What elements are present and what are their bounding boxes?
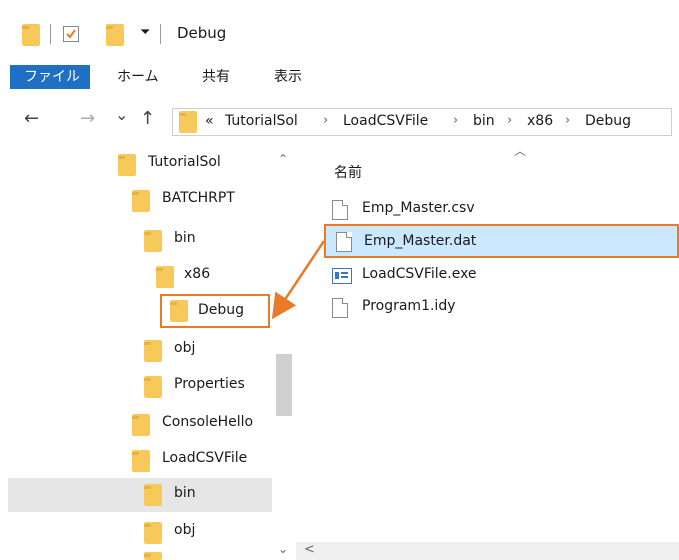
- tree-item-label: bin: [174, 230, 196, 246]
- tab-share[interactable]: 共有: [202, 65, 230, 89]
- tree-item-debug[interactable]: Debug: [160, 294, 270, 328]
- chevron-right-icon[interactable]: ›: [507, 113, 512, 128]
- forward-icon[interactable]: →: [80, 108, 95, 129]
- back-icon[interactable]: ←: [24, 108, 39, 129]
- scroll-up-icon[interactable]: ⌃: [278, 152, 288, 166]
- tree-item-label: obj: [174, 340, 196, 356]
- sort-arrow-icon: ︿: [514, 144, 527, 158]
- folder-icon: [22, 24, 40, 46]
- folder-icon: [170, 300, 188, 322]
- tab-file[interactable]: ファイル: [10, 65, 90, 89]
- file-icon: [332, 298, 348, 318]
- breadcrumb-overflow[interactable]: «: [205, 113, 214, 129]
- file-icon: [332, 200, 348, 220]
- tree-item-obj[interactable]: obj: [0, 334, 272, 366]
- title-bar: ⏷ Debug: [0, 0, 679, 60]
- breadcrumb-item[interactable]: bin: [473, 113, 495, 129]
- file-list-scrollbar[interactable]: <: [296, 542, 679, 560]
- tree-item-obj[interactable]: obj: [0, 516, 272, 548]
- navigation-pane-scrollbar[interactable]: ⌃ ⌄: [272, 144, 296, 560]
- tree-item-label: ConsoleHello: [162, 414, 254, 430]
- tab-view[interactable]: 表示: [274, 65, 302, 89]
- breadcrumb-item[interactable]: TutorialSol: [225, 113, 298, 129]
- folder-icon: [144, 376, 162, 398]
- scroll-left-icon[interactable]: <: [304, 542, 315, 557]
- application-icon: [332, 268, 352, 284]
- folder-icon: [132, 190, 150, 212]
- tree-item-consolehello[interactable]: ConsoleHello: [0, 408, 272, 440]
- scroll-down-icon[interactable]: ⌄: [278, 542, 288, 556]
- divider: [160, 24, 161, 44]
- folder-icon: [132, 414, 150, 436]
- file-name: Emp_Master.csv: [362, 200, 475, 216]
- tree-item-label: Properties: [174, 376, 245, 392]
- tree-item-bin-selected[interactable]: bin: [8, 478, 272, 512]
- folder-icon: [132, 450, 150, 472]
- folder-icon: [144, 340, 162, 362]
- folder-icon: [144, 552, 162, 560]
- divider: [50, 24, 51, 44]
- folder-icon: [144, 230, 162, 252]
- tree-item-label: Debug: [198, 302, 245, 318]
- tree-item-label: x86: [184, 266, 211, 282]
- folder-icon: [156, 266, 174, 288]
- chevron-right-icon[interactable]: ›: [453, 113, 458, 128]
- window-title: Debug: [177, 24, 227, 42]
- file-name: Program1.idy: [362, 298, 456, 314]
- tree-item-label: TutorialSol: [148, 154, 221, 170]
- tree-item-label: obj: [174, 522, 196, 538]
- chevron-right-icon[interactable]: ›: [565, 113, 570, 128]
- file-row[interactable]: Emp_Master.csv: [324, 194, 679, 226]
- tree-item-x86[interactable]: x86: [0, 260, 272, 292]
- tree-item-label: BATCHRPT: [162, 190, 235, 206]
- folder-icon: [179, 111, 197, 133]
- up-icon[interactable]: ↑: [140, 108, 155, 129]
- chevron-right-icon[interactable]: ›: [323, 113, 328, 128]
- tree-item-label: LoadCSVFile: [162, 450, 248, 466]
- file-icon: [336, 232, 352, 252]
- address-bar[interactable]: « TutorialSol › LoadCSVFile › bin › x86 …: [172, 108, 672, 136]
- tree-item-properties[interactable]: Properties: [0, 370, 272, 402]
- file-name: Emp_Master.dat: [364, 233, 477, 249]
- file-row-selected[interactable]: Emp_Master.dat: [324, 224, 679, 258]
- column-header-name[interactable]: 名前: [334, 162, 362, 182]
- file-row[interactable]: LoadCSVFile.exe: [324, 260, 679, 292]
- quick-access-dropdown-icon[interactable]: ⏷: [140, 25, 150, 40]
- tab-home[interactable]: ホーム: [117, 65, 159, 89]
- scroll-thumb[interactable]: [276, 354, 292, 416]
- breadcrumb-item[interactable]: x86: [527, 113, 553, 129]
- properties-checkbox-icon[interactable]: [63, 26, 79, 42]
- folder-icon: [144, 484, 162, 506]
- file-row[interactable]: Program1.idy: [324, 292, 679, 324]
- navigation-bar: ← → ⌄ ↑ « TutorialSol › LoadCSVFile › bi…: [0, 100, 679, 144]
- tree-item-bin[interactable]: bin: [0, 224, 272, 256]
- folder-icon: [144, 522, 162, 544]
- new-folder-icon[interactable]: [106, 24, 124, 46]
- breadcrumb-item[interactable]: Debug: [585, 113, 631, 129]
- breadcrumb-item[interactable]: LoadCSVFile: [343, 113, 428, 129]
- file-list: ︿ 名前 Emp_Master.csv Emp_Master.dat LoadC…: [296, 144, 679, 560]
- tree-item-tutorialsol[interactable]: TutorialSol: [0, 148, 272, 180]
- recent-locations-icon[interactable]: ⌄: [115, 105, 128, 124]
- navigation-pane: TutorialSol BATCHRPT bin x86 Debug obj P…: [0, 144, 272, 560]
- folder-icon: [118, 154, 136, 176]
- file-name: LoadCSVFile.exe: [362, 266, 477, 282]
- tree-item-label: bin: [174, 485, 196, 501]
- ribbon: ファイル ホーム 共有 表示: [0, 60, 679, 94]
- tree-item-loadcsvfile[interactable]: LoadCSVFile: [0, 444, 272, 476]
- tree-item-batchrpt[interactable]: BATCHRPT: [0, 184, 272, 216]
